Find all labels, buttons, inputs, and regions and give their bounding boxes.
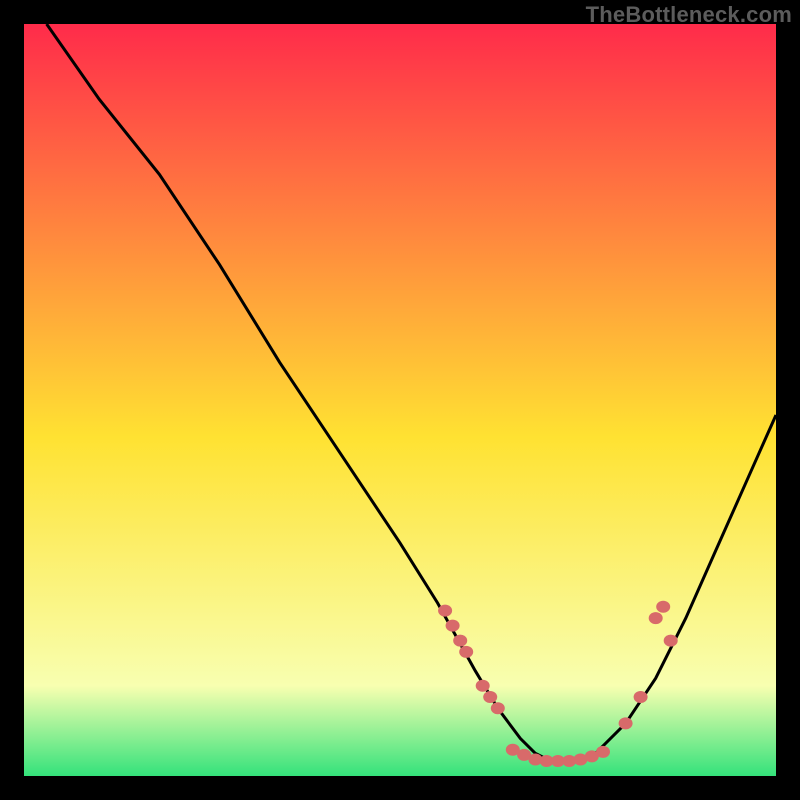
curve-marker — [453, 635, 467, 647]
curve-marker — [476, 680, 490, 692]
curve-marker — [459, 646, 473, 658]
curve-marker — [656, 601, 670, 613]
curve-marker — [446, 620, 460, 632]
curve-marker — [438, 605, 452, 617]
curve-marker — [634, 691, 648, 703]
curve-marker — [483, 691, 497, 703]
curve-marker — [649, 612, 663, 624]
curve-marker — [619, 717, 633, 729]
chart-frame — [24, 24, 776, 776]
curve-marker — [596, 746, 610, 758]
bottleneck-chart — [24, 24, 776, 776]
curve-marker — [491, 702, 505, 714]
curve-marker — [664, 635, 678, 647]
